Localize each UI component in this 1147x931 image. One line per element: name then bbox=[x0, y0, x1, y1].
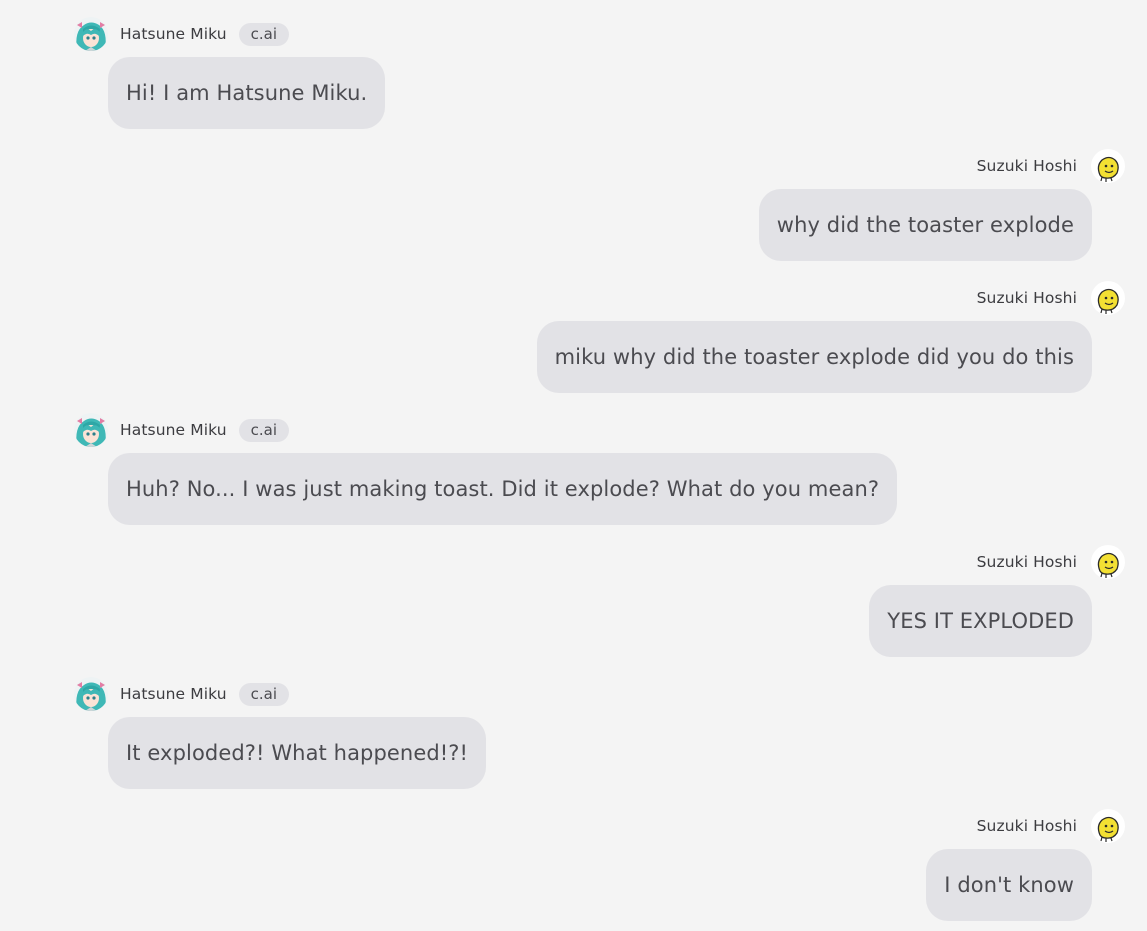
message-header: Hatsune Miku c.ai bbox=[74, 413, 289, 447]
message-bubble: why did the toaster explode bbox=[758, 189, 1092, 261]
message-header: Suzuki Hoshi bbox=[977, 149, 1125, 183]
yellow-blob-avatar-icon[interactable] bbox=[1091, 149, 1125, 183]
yellow-blob-avatar-icon[interactable] bbox=[1091, 545, 1125, 579]
yellow-blob-avatar-icon[interactable] bbox=[1091, 809, 1125, 843]
sender-name: Suzuki Hoshi bbox=[976, 157, 1077, 175]
sender-name: Hatsune Miku bbox=[120, 25, 227, 43]
message-bubble: I don't know bbox=[926, 849, 1092, 921]
sender-name: Hatsune Miku bbox=[120, 421, 227, 439]
ai-badge: c.ai bbox=[238, 682, 289, 706]
message-bubble: Huh? No... I was just making toast. Did … bbox=[108, 453, 898, 525]
sender-name: Suzuki Hoshi bbox=[976, 817, 1077, 835]
chat-log: Hatsune Miku c.ai Hi! I am Hatsune Miku.… bbox=[0, 0, 1147, 931]
ai-badge: c.ai bbox=[238, 418, 289, 442]
miku-avatar-icon[interactable] bbox=[74, 677, 108, 711]
message-header: Suzuki Hoshi bbox=[977, 281, 1125, 315]
sender-name: Suzuki Hoshi bbox=[976, 289, 1077, 307]
message-header: Suzuki Hoshi bbox=[977, 545, 1125, 579]
yellow-blob-avatar-icon[interactable] bbox=[1091, 281, 1125, 315]
message-header: Hatsune Miku c.ai bbox=[74, 17, 289, 51]
miku-avatar-icon[interactable] bbox=[74, 17, 108, 51]
message-bubble: miku why did the toaster explode did you… bbox=[536, 321, 1092, 393]
message-bubble: Hi! I am Hatsune Miku. bbox=[108, 57, 386, 129]
sender-name: Suzuki Hoshi bbox=[976, 553, 1077, 571]
message-header: Suzuki Hoshi bbox=[977, 809, 1125, 843]
message-header: Hatsune Miku c.ai bbox=[74, 677, 289, 711]
ai-badge: c.ai bbox=[238, 22, 289, 46]
miku-avatar-icon[interactable] bbox=[74, 413, 108, 447]
message-bubble: YES IT EXPLODED bbox=[869, 585, 1092, 657]
message-bubble: It exploded?! What happened!?! bbox=[108, 717, 487, 789]
sender-name: Hatsune Miku bbox=[120, 685, 227, 703]
